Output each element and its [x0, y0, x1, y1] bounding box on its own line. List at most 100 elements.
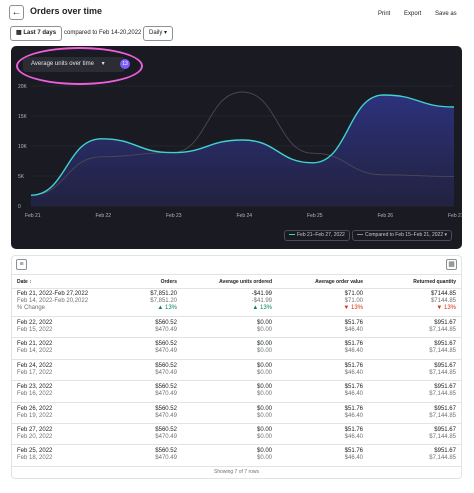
row-value: $51.76 — [344, 448, 363, 455]
summary-returned-compare: $7144.85 — [430, 298, 456, 304]
row-units: $0.00 — [256, 320, 272, 326]
filter-icon[interactable]: ≡ — [16, 259, 27, 270]
row-value: $51.76 — [344, 362, 363, 369]
x-tick-label: Feb 24 — [237, 213, 253, 219]
row-orders-compare: $470.49 — [155, 369, 177, 376]
row-date-compare: Feb 20, 2022 — [17, 434, 53, 440]
save-as-button[interactable]: Save as — [435, 11, 457, 17]
row-date: Feb 25, 2022 — [17, 448, 53, 455]
row-value: $51.76 — [344, 320, 363, 326]
x-tick-label: Feb 21 — [25, 213, 41, 219]
x-tick-label: Feb 26 — [378, 213, 394, 219]
export-button[interactable]: Export — [404, 11, 421, 17]
row-returned-compare: $7,144.85 — [429, 434, 456, 440]
row-value: $51.76 — [344, 405, 363, 412]
row-units-compare: $0.00 — [256, 391, 272, 398]
y-tick-label: 15K — [18, 114, 28, 120]
row-units-compare: $0.00 — [256, 348, 272, 355]
row-orders-compare: $470.49 — [155, 434, 177, 440]
row-date: Feb 22, 2022 — [17, 320, 53, 326]
row-date-compare: Feb 17, 2022 — [17, 369, 53, 376]
row-units-compare: $0.00 — [256, 434, 272, 440]
legend-compare-swatch — [357, 234, 363, 236]
arrow-left-icon[interactable]: ← — [9, 5, 24, 20]
row-units-compare: $0.00 — [256, 455, 272, 462]
summary-units-change: ▲ 13% — [252, 305, 272, 311]
row-date-compare: Feb 15, 2022 — [17, 327, 53, 333]
row-orders-compare: $470.49 — [155, 327, 177, 333]
row-value-compare: $46.40 — [344, 455, 363, 462]
row-orders-compare: $470.49 — [155, 348, 177, 355]
summary-change-label: % Change — [17, 305, 46, 311]
row-orders: $560.52 — [155, 384, 177, 391]
top-bar: ← Orders over time Print Export Save as — [0, 0, 474, 26]
summary-returned: $7144.85 — [430, 291, 456, 297]
table-row: Feb 25, 2022 Feb 18, 2022 $560.52 $470.49 $0… — [12, 445, 461, 467]
row-orders-compare: $470.49 — [155, 391, 177, 398]
row-returned-compare: $7,144.85 — [429, 327, 456, 333]
row-value: $51.76 — [344, 384, 363, 391]
columns-icon[interactable]: ▦ — [446, 259, 457, 270]
row-value-compare: $46.40 — [344, 348, 363, 355]
table-row: Feb 26, 2022 Feb 19, 2022 $560.52 $470.49 $0… — [12, 403, 461, 424]
y-tick-label: 20K — [18, 84, 28, 90]
row-units: $0.00 — [256, 384, 272, 391]
table-row: Feb 23, 2022 Feb 16, 2022 $560.52 $470.49 $0… — [12, 381, 461, 403]
row-units: $0.00 — [256, 362, 272, 369]
summary-value-compare: $71.00 — [344, 298, 363, 304]
row-units-compare: $0.00 — [256, 412, 272, 419]
row-value-compare: $46.40 — [344, 412, 363, 419]
summary-orders: $7,851.20 — [150, 291, 177, 297]
row-orders: $560.52 — [155, 405, 177, 412]
row-returned: $951.67 — [434, 341, 456, 348]
row-orders: $560.52 — [155, 448, 177, 455]
x-tick-label: Feb 25 — [307, 213, 323, 219]
row-returned-compare: $7,144.85 — [429, 412, 456, 419]
row-date: Feb 24, 2022 — [17, 362, 53, 369]
column-date[interactable]: Date ↕ — [17, 279, 32, 285]
table-footer: Showing 7 of 7 rows — [213, 469, 260, 475]
summary-date-compare: Feb 14, 2022-Feb 20,2022 — [17, 298, 89, 304]
legend-compare-label: Compared to Feb 15–Feb 21, 2022 — [365, 232, 444, 238]
row-orders: $560.52 — [155, 362, 177, 369]
chart-card: 0 5K 10K 15K 20K Feb 21 Feb 22 Feb 23 Feb 24 Feb … — [11, 46, 462, 249]
highlight-annotation — [16, 47, 143, 85]
row-units: $0.00 — [256, 448, 272, 455]
summary-row: Feb 21, 2022-Feb 27,2022 Feb 14, 2022-Fe… — [12, 289, 461, 317]
print-button[interactable]: Print — [378, 11, 390, 17]
row-value-compare: $46.40 — [344, 434, 363, 440]
row-units: $0.00 — [256, 405, 272, 412]
summary-returned-change: ▼ 13% — [436, 305, 456, 311]
data-table: ≡ ▦ Date ↕ Orders Average units ordered … — [11, 255, 462, 479]
row-value-compare: $46.40 — [344, 391, 363, 398]
date-range-button[interactable]: ▦ Last 7 days — [10, 26, 63, 41]
row-value-compare: $46.40 — [344, 327, 363, 333]
column-orders: Orders — [160, 279, 177, 285]
current-series-area — [31, 95, 454, 206]
row-orders-compare: $470.49 — [155, 412, 177, 419]
row-orders: $560.52 — [155, 341, 177, 348]
row-date: Feb 23, 2022 — [17, 384, 53, 391]
row-date: Feb 21, 2022 — [17, 341, 53, 348]
column-returned: Returned quantity — [413, 279, 456, 285]
row-value: $51.76 — [344, 427, 363, 433]
row-returned: $951.67 — [434, 384, 456, 391]
row-date: Feb 27, 2022 — [17, 427, 53, 433]
summary-date: Feb 21, 2022-Feb 27,2022 — [17, 291, 89, 297]
table-header: Date ↕ Orders Average units ordered Aver… — [12, 274, 461, 289]
x-tick-label: Feb 22 — [96, 213, 112, 219]
y-tick-label: 5K — [18, 174, 25, 180]
summary-value-change: ▼ 13% — [343, 305, 363, 311]
legend-current-swatch — [289, 234, 295, 236]
period-select[interactable]: Daily ▾ — [143, 26, 174, 41]
summary-value: $71.00 — [344, 291, 363, 297]
legend-compare[interactable]: Compared to Feb 15–Feb 21, 2022 ▾ — [352, 230, 453, 241]
legend-current-label: Feb 21–Feb 27, 2022 — [297, 232, 345, 238]
row-returned-compare: $7,144.85 — [429, 455, 456, 462]
row-value: $51.76 — [344, 341, 363, 348]
date-range-label: Last 7 days — [23, 30, 57, 36]
page-title: Orders over time — [30, 6, 103, 16]
row-orders: $560.52 — [155, 427, 177, 433]
legend-current[interactable]: Feb 21–Feb 27, 2022 — [284, 230, 350, 241]
summary-units-compare: -$41.99 — [251, 298, 272, 304]
